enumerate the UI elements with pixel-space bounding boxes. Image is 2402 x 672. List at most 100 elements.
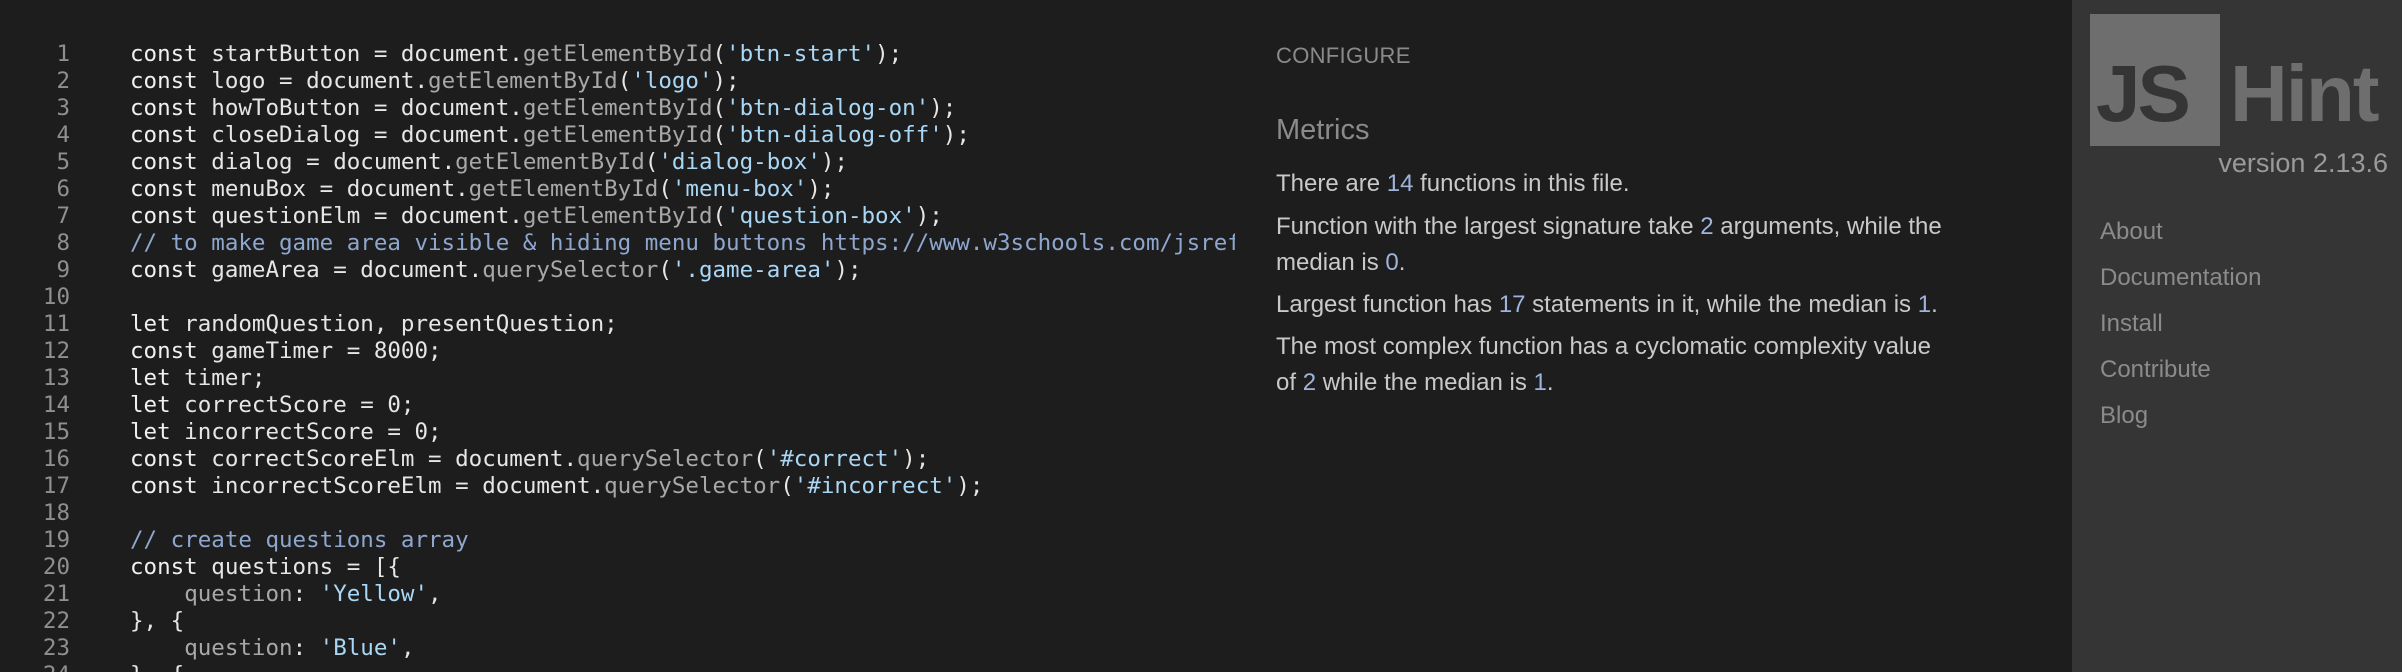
line-number: 13 xyxy=(42,365,70,391)
line-number: 4 xyxy=(56,122,70,148)
code-token: const xyxy=(130,473,198,499)
code-token: let xyxy=(130,311,171,337)
code-token: howToButton = document. xyxy=(197,95,523,121)
line-number: 3 xyxy=(56,95,70,121)
code-text: const incorrectScoreElm = document.query… xyxy=(130,473,983,500)
nav-blog[interactable]: Blog xyxy=(2100,402,2148,430)
line-number: 7 xyxy=(56,203,70,229)
code-token: 'Blue' xyxy=(319,635,401,661)
code-token: ); xyxy=(807,176,835,202)
code-line: 22}, { xyxy=(0,608,1235,635)
logo-hint-text: Hint xyxy=(2230,49,2380,138)
code-token: gameTimer = 8000; xyxy=(197,338,442,364)
code-text: const howToButton = document.getElementB… xyxy=(130,95,956,122)
code-text: const questionElm = document.getElementB… xyxy=(130,203,943,230)
code-line: 3 const howToButton = document.getElement… xyxy=(0,95,1235,122)
code-token: querySelector xyxy=(482,257,659,283)
code-token: 'btn-dialog-off' xyxy=(726,122,943,148)
line-number: 1 xyxy=(56,41,70,67)
code-token: incorrectScoreElm = document. xyxy=(197,473,605,499)
line-number: 5 xyxy=(56,149,70,175)
code-line: 6 const menuBox = document.getElementById… xyxy=(0,176,1235,203)
code-token: ); xyxy=(875,41,903,67)
code-token: querySelector xyxy=(604,473,781,499)
code-token: '#incorrect' xyxy=(793,473,957,499)
code-token: let xyxy=(130,392,171,418)
metrics-statements: Largest function has 17 statements in it… xyxy=(1276,291,1938,318)
nav-documentation[interactable]: Documentation xyxy=(2100,264,2261,292)
code-line: 4 const closeDialog = document.getElement… xyxy=(0,122,1235,149)
code-token: // to make game area visible & hiding me… xyxy=(130,230,1235,256)
code-token: , xyxy=(428,581,442,607)
code-token: ( xyxy=(753,446,767,472)
code-token: let xyxy=(130,419,171,445)
code-token: questions = [{ xyxy=(197,554,401,580)
code-line: 24}, { xyxy=(0,662,1235,672)
metrics-signature: Function with the largest signature take… xyxy=(1276,213,1942,276)
jshint-logo[interactable]: JS Hint xyxy=(2090,14,2390,146)
code-token: ( xyxy=(644,149,659,175)
code-token: ( xyxy=(658,257,672,283)
code-token: const xyxy=(130,122,198,148)
line-number: 8 xyxy=(56,230,70,256)
code-token: ); xyxy=(915,203,943,229)
code-line: 21 question: 'Yellow', xyxy=(0,581,1235,608)
code-line: 2 const logo = document.getElementById('l… xyxy=(0,68,1235,95)
code-text: const questions = [{ xyxy=(130,554,401,581)
code-token: const xyxy=(130,176,198,202)
code-token: ( xyxy=(780,473,794,499)
code-text: const logo = document.getElementById('lo… xyxy=(130,68,740,95)
code-token: 'question-box' xyxy=(726,203,916,229)
code-token: logo = document. xyxy=(197,68,429,94)
code-token: let xyxy=(130,365,171,391)
code-token: getElementById xyxy=(428,68,618,94)
nav-about[interactable]: About xyxy=(2100,218,2163,246)
code-token: question xyxy=(184,635,293,661)
code-token: ( xyxy=(712,41,727,67)
code-text: const closeDialog = document.getElementB… xyxy=(130,122,970,149)
configure-link[interactable]: CONFIGURE xyxy=(1276,43,1411,69)
code-token: randomQuestion, presentQuestion; xyxy=(170,311,618,337)
line-number: 11 xyxy=(42,311,70,337)
code-token: ( xyxy=(712,95,727,121)
code-token: ); xyxy=(712,68,740,94)
code-editor[interactable]: 1 const startButton = document.getElement… xyxy=(0,0,1235,672)
nav-install[interactable]: Install xyxy=(2100,310,2163,338)
line-number: 2 xyxy=(56,68,70,94)
code-line: 14 let correctScore = 0; xyxy=(0,392,1235,419)
code-token: menuBox = document. xyxy=(197,176,469,202)
code-token: 'Yellow' xyxy=(319,581,429,607)
code-token: ( xyxy=(712,203,727,229)
line-number: 21 xyxy=(42,581,70,607)
code-token: : xyxy=(292,635,320,661)
line-number: 18 xyxy=(42,500,70,526)
code-token: ); xyxy=(929,95,957,121)
code-token: gameArea = document. xyxy=(197,257,483,283)
code-token: const xyxy=(130,257,198,283)
code-text: // to make game area visible & hiding me… xyxy=(130,230,1235,257)
line-number: 22 xyxy=(42,608,70,634)
code-line: 13 let timer; xyxy=(0,365,1235,392)
code-text: let timer; xyxy=(130,365,265,392)
metrics-heading: Metrics xyxy=(1276,114,1370,146)
code-line: 20 const questions = [{ xyxy=(0,554,1235,581)
code-token: getElementById xyxy=(522,95,713,121)
logo-js-text: JS xyxy=(2096,49,2191,138)
code-token: 'menu-box' xyxy=(671,176,808,202)
code-text: const gameTimer = 8000; xyxy=(130,338,442,365)
code-token: , xyxy=(400,635,415,661)
code-token: 'dialog-box' xyxy=(658,149,821,175)
code-text: let randomQuestion, presentQuestion; xyxy=(130,311,618,338)
code-text: const menuBox = document.getElementById(… xyxy=(130,176,834,203)
code-token: ( xyxy=(658,176,672,202)
nav-contribute[interactable]: Contribute xyxy=(2100,356,2211,384)
line-number: 6 xyxy=(56,176,70,202)
code-token: '#correct' xyxy=(766,446,903,472)
code-text: const startButton = document.getElementB… xyxy=(130,41,902,68)
code-token: dialog = document. xyxy=(197,149,456,175)
code-token: 'btn-dialog-on' xyxy=(726,95,930,121)
code-text: const correctScoreElm = document.querySe… xyxy=(130,446,929,473)
code-token: incorrectScore = 0; xyxy=(170,419,442,445)
line-number: 12 xyxy=(42,338,70,364)
code-line: 18 xyxy=(0,500,1235,527)
